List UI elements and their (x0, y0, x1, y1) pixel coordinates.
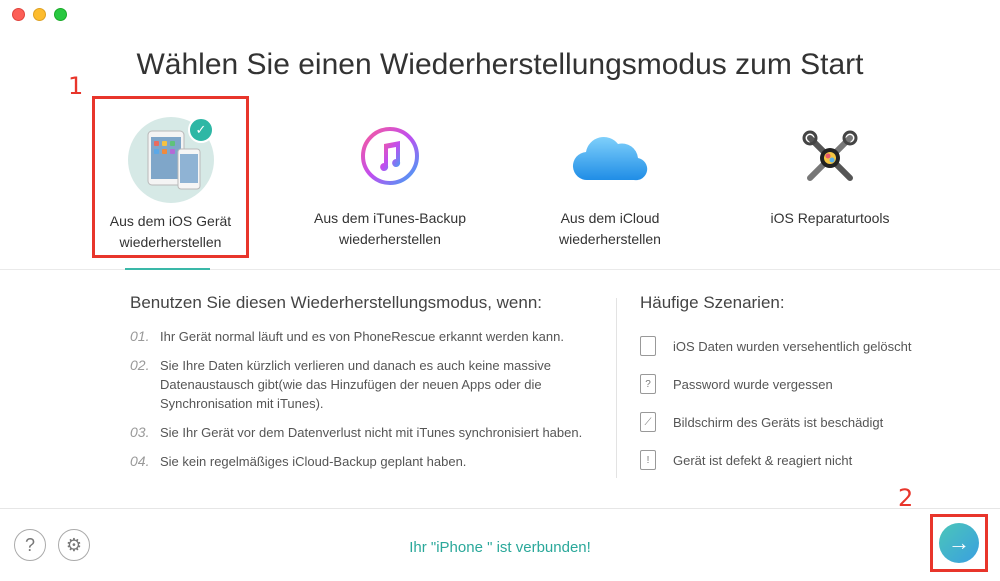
recovery-modes: ✓ Aus dem iOS Gerät wiederherstellen Aus… (0, 96, 1000, 271)
list-item: 03. Sie Ihr Gerät vor dem Datenverlust n… (130, 423, 590, 442)
list-item-number: 02. (130, 357, 150, 373)
column-divider (616, 298, 617, 478)
list-item-text: Ihr Gerät normal läuft und es von PhoneR… (160, 329, 564, 344)
mode-ios-label-line1: Aus dem iOS Gerät (109, 213, 232, 229)
device-error-icon: ! (640, 450, 656, 470)
list-item-text: Sie Ihre Daten kürzlich verlieren und da… (160, 358, 551, 411)
annotation-marker-2: 2 (898, 484, 914, 512)
mode-icloud-label-line2: wiederherstellen (559, 231, 661, 247)
app-window: Wählen Sie einen Wiederherstellungsmodus… (0, 0, 1000, 581)
page-title: Wählen Sie einen Wiederherstellungsmodus… (136, 48, 864, 81)
mode-itunes-label-line1: Aus dem iTunes-Backup (314, 210, 466, 226)
mode-icloud-label-line1: Aus dem iCloud (560, 210, 660, 226)
footer-divider (0, 508, 1000, 509)
common-scenarios: Häufige Szenarien: iOS Daten wurden vers… (640, 293, 980, 479)
close-window-button[interactable] (12, 8, 25, 21)
list-item-number: 04. (130, 453, 150, 469)
scenario-text: Password wurde vergessen (673, 376, 833, 392)
mode-ios-label-line2: wiederherstellen (119, 234, 222, 250)
mode-icloud[interactable]: Aus dem iCloud wiederherstellen (530, 96, 690, 258)
list-item-text: Sie Ihr Gerät vor dem Datenverlust nicht… (160, 425, 583, 440)
repair-tools-icon (802, 130, 858, 191)
scenario-text: Gerät ist defekt & reagiert nicht (673, 452, 853, 468)
next-button[interactable]: → (939, 523, 979, 563)
mode-repair-tools[interactable]: iOS Reparaturtools (750, 96, 910, 258)
arrow-right-icon: → (948, 530, 970, 555)
list-item-number: 01. (130, 328, 150, 344)
scenario-text: iOS Daten wurden versehentlich gelöscht (673, 338, 912, 354)
mode-repair-label-line1: iOS Reparaturtools (770, 210, 890, 226)
usage-conditions: Benutzen Sie diesen Wiederherstellungsmo… (130, 293, 590, 481)
mode-ios-device[interactable]: ✓ Aus dem iOS Gerät wiederherstellen (92, 96, 249, 258)
scenarios-heading: Häufige Szenarien: (640, 293, 785, 312)
scenario-item: iOS Daten wurden versehentlich gelöscht (640, 327, 980, 365)
list-item: 04. Sie kein regelmäßiges iCloud-Backup … (130, 452, 590, 471)
scenario-text: Bildschirm des Geräts ist beschädigt (673, 414, 884, 430)
minimize-window-button[interactable] (33, 8, 46, 21)
connection-status: Ihr "iPhone " ist verbunden! (409, 539, 591, 556)
scenario-item: ! Gerät ist defekt & reagiert nicht (640, 441, 980, 479)
selected-mode-indicator (125, 268, 210, 270)
selected-check-icon: ✓ (188, 117, 214, 143)
scenario-item: ? Password wurde vergessen (640, 365, 980, 403)
icloud-icon (572, 134, 648, 189)
list-item: 01. Ihr Gerät normal läuft und es von Ph… (130, 327, 590, 346)
broken-screen-icon: ⟋ (640, 412, 656, 432)
scenario-item: ⟋ Bildschirm des Geräts ist beschädigt (640, 403, 980, 441)
list-item: 02. Sie Ihre Daten kürzlich verlieren un… (130, 356, 590, 413)
list-item-number: 03. (130, 424, 150, 440)
mode-itunes-backup[interactable]: Aus dem iTunes-Backup wiederherstellen (310, 96, 470, 258)
next-button-highlight: → (930, 514, 988, 572)
mode-itunes-label-line2: wiederherstellen (339, 231, 441, 247)
window-controls (12, 8, 67, 21)
deleted-file-icon (640, 336, 656, 356)
usage-heading: Benutzen Sie diesen Wiederherstellungsmo… (130, 293, 543, 312)
password-icon: ? (640, 374, 656, 394)
itunes-icon (360, 126, 420, 191)
list-item-text: Sie kein regelmäßiges iCloud-Backup gepl… (160, 454, 467, 469)
zoom-window-button[interactable] (54, 8, 67, 21)
